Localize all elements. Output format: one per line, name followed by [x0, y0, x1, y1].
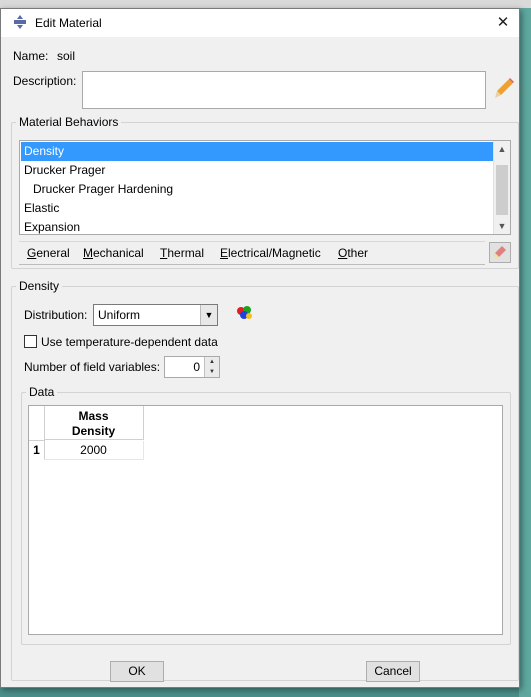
- menu-other-label: Other: [338, 246, 369, 260]
- field-variables-stepper[interactable]: 0 ▲ ▼: [164, 356, 220, 378]
- material-behaviors-list[interactable]: Density Drucker Prager Drucker Prager Ha…: [19, 140, 511, 235]
- distribution-select[interactable]: Uniform ▼: [93, 304, 218, 326]
- chevron-down-icon[interactable]: ▼: [200, 305, 217, 325]
- distribution-label: Distribution:: [24, 308, 88, 322]
- background-viewport: [519, 8, 531, 697]
- menu-thermal[interactable]: Thermal: [160, 246, 204, 260]
- description-label: Description:: [13, 74, 77, 88]
- delete-behavior-button[interactable]: [489, 242, 511, 263]
- material-behaviors-legend: Material Behaviors: [19, 115, 119, 129]
- name-label: Name:: [13, 49, 49, 63]
- menu-general[interactable]: General: [27, 246, 70, 260]
- density-data-table[interactable]: Mass Density 1 2000: [28, 405, 503, 635]
- description-field[interactable]: [82, 71, 486, 109]
- edit-material-dialog: Edit Material ✕ Name: soil Description: …: [0, 8, 520, 688]
- row-header: 1: [29, 441, 45, 460]
- title-bar[interactable]: Edit Material ✕: [1, 9, 519, 37]
- behavior-item-expansion[interactable]: Expansion: [21, 218, 493, 234]
- behavior-item-density[interactable]: Density: [21, 142, 493, 161]
- behaviors-scrollbar[interactable]: ▲ ▼: [493, 141, 510, 234]
- distribution-value: Uniform: [98, 308, 141, 322]
- menu-general-label: General: [27, 246, 70, 260]
- menu-mechanical-label: Mechanical: [83, 246, 144, 260]
- menu-other[interactable]: Other: [338, 246, 368, 260]
- column-header-label: Mass Density: [71, 409, 116, 438]
- behavior-menu-bar: General Mechanical Thermal Electrical/Ma…: [19, 241, 485, 265]
- menu-thermal-label: Thermal: [160, 246, 205, 260]
- behavior-item-elastic[interactable]: Elastic: [21, 199, 493, 218]
- close-button[interactable]: ✕: [487, 9, 519, 37]
- table-cell-mass-density[interactable]: 2000: [44, 441, 144, 460]
- behavior-item-drucker-prager-hardening[interactable]: Drucker Prager Hardening: [21, 180, 493, 199]
- stepper-down-icon[interactable]: ▼: [205, 367, 219, 377]
- material-icon: [14, 15, 26, 29]
- column-header-mass-density: Mass Density: [44, 406, 144, 440]
- cancel-button[interactable]: Cancel: [366, 661, 420, 682]
- density-legend: Density: [19, 279, 60, 293]
- menu-mechanical[interactable]: Mechanical: [83, 246, 144, 260]
- scroll-down-icon[interactable]: ▼: [494, 218, 510, 234]
- data-legend: Data: [29, 385, 55, 399]
- close-icon: ✕: [496, 14, 510, 31]
- behavior-item-drucker-prager[interactable]: Drucker Prager: [21, 161, 493, 180]
- eraser-icon: [493, 246, 506, 259]
- field-variables-label: Number of field variables:: [24, 360, 161, 374]
- ok-button[interactable]: OK: [110, 661, 164, 682]
- field-variables-value: 0: [193, 360, 200, 374]
- temperature-dependent-label: Use temperature-dependent data: [41, 335, 218, 349]
- table-corner: [29, 406, 45, 441]
- scroll-up-icon[interactable]: ▲: [494, 141, 510, 157]
- scroll-thumb[interactable]: [496, 165, 508, 215]
- name-value: soil: [57, 49, 76, 63]
- menu-electrical-magnetic-label: Electrical/Magnetic: [220, 246, 321, 260]
- temperature-dependent-checkbox[interactable]: [24, 335, 37, 348]
- menu-electrical-magnetic[interactable]: Electrical/Magnetic: [220, 246, 321, 260]
- pencil-icon[interactable]: [493, 77, 515, 101]
- window-title: Edit Material: [35, 16, 102, 30]
- color-palette-icon[interactable]: [235, 305, 253, 321]
